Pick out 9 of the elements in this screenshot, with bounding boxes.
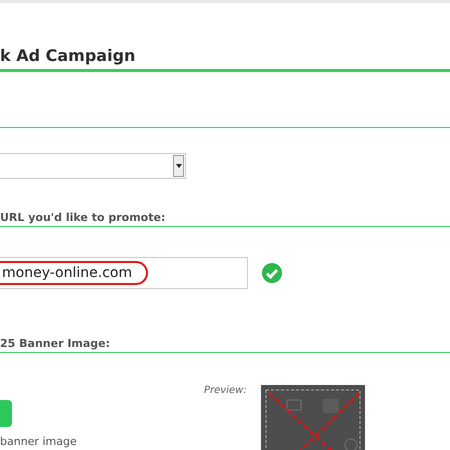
upload-button[interactable] xyxy=(0,400,12,427)
page-heading: k Ad Campaign xyxy=(0,45,136,67)
section-label: URL you'd like to promote: xyxy=(0,210,166,226)
upload-hint: banner image xyxy=(0,435,78,448)
dropdown-field[interactable] xyxy=(0,153,186,179)
url-value: money-online.com xyxy=(0,261,148,285)
url-input[interactable]: money-online.com xyxy=(0,257,248,289)
preview-label: Preview: xyxy=(204,385,248,396)
section-label: 25 Banner Image: xyxy=(0,336,112,352)
